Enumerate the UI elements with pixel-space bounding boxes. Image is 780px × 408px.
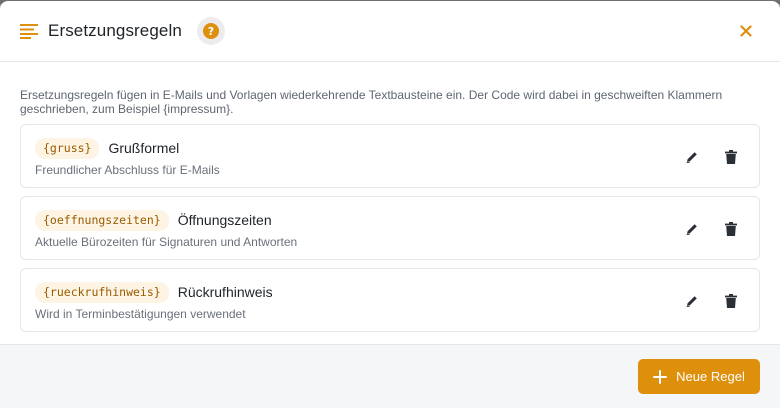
intro-text: Ersetzungsregeln fügen in E-Mails und Vo… [20, 88, 723, 116]
edit-rule-button[interactable] [682, 219, 702, 239]
rule-code-chip: {gruss} [35, 137, 100, 159]
rule-card: {oeffnungszeiten} Öffnungszeiten Aktuell… [20, 196, 760, 260]
rule-name: Grußformel [108, 140, 180, 156]
rule-name: Rückrufhinweis [177, 284, 273, 300]
rule-card: {rueckrufhinweis} Rückrufhinweis Wird in… [20, 268, 760, 332]
edit-rule-button[interactable] [682, 147, 702, 167]
rule-description: Aktuelle Bürozeiten für Signaturen und A… [35, 235, 298, 249]
rule-actions [682, 219, 741, 239]
delete-rule-button[interactable] [721, 147, 741, 167]
rules-list: {gruss} Grußformel Freundlicher Abschlus… [20, 124, 760, 332]
rule-code-chip: {rueckrufhinweis} [35, 281, 169, 303]
dialog-body: Ersetzungsregeln fügen in E-Mails und Vo… [0, 62, 780, 332]
rule-description: Freundlicher Abschluss für E-Mails [35, 163, 220, 177]
rule-actions [682, 147, 741, 167]
rule-actions [682, 291, 741, 311]
delete-rule-button[interactable] [721, 291, 741, 311]
plus-icon [653, 369, 668, 384]
trash-icon [725, 150, 737, 164]
dialog-footer: Neue Regel [0, 344, 780, 408]
close-button[interactable] [736, 21, 756, 41]
trash-icon [725, 222, 737, 236]
help-button[interactable]: ? [196, 17, 225, 45]
dialog-title: Ersetzungsregeln [48, 21, 182, 40]
rule-description: Wird in Terminbestätigungen verwendet [35, 307, 246, 321]
new-rule-label: Neue Regel [676, 369, 745, 384]
trash-icon [725, 294, 737, 308]
new-rule-button[interactable]: Neue Regel [638, 359, 760, 394]
dialog-header: Ersetzungsregeln ? [0, 1, 780, 62]
pencil-icon [686, 296, 697, 307]
pencil-icon [686, 152, 697, 163]
replacement-rules-dialog: Ersetzungsregeln ? Ersetzungsregeln füge… [0, 1, 780, 408]
rule-card: {gruss} Grußformel Freundlicher Abschlus… [20, 124, 760, 188]
edit-rule-button[interactable] [682, 291, 702, 311]
close-icon [740, 25, 752, 37]
text-lines-icon [20, 22, 39, 40]
pencil-icon [686, 224, 697, 235]
rule-name: Öffnungszeiten [177, 212, 272, 228]
help-icon: ? [202, 23, 219, 39]
rule-code-chip: {oeffnungszeiten} [35, 209, 169, 231]
delete-rule-button[interactable] [721, 219, 741, 239]
